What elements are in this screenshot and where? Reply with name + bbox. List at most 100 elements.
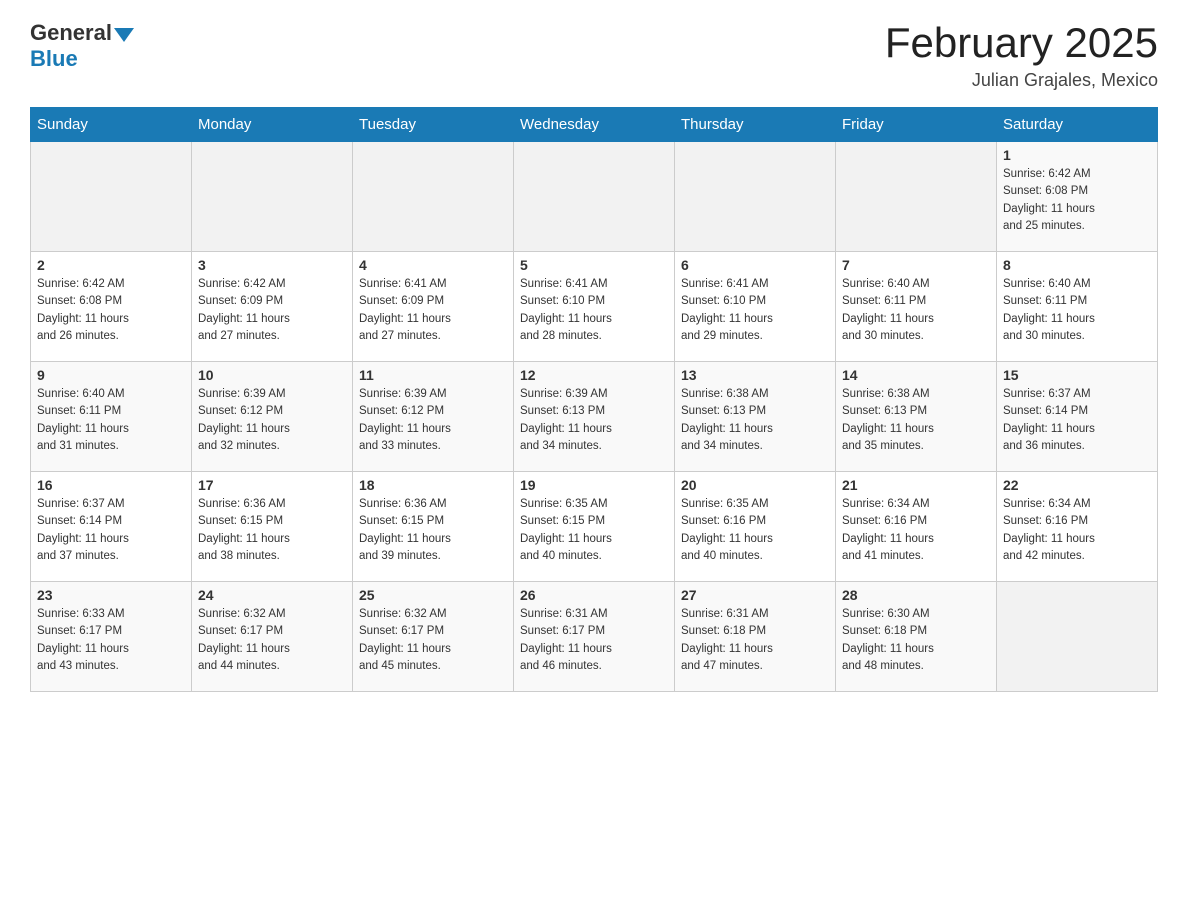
day-number: 24 bbox=[198, 587, 346, 603]
day-info: Sunrise: 6:37 AMSunset: 6:14 PMDaylight:… bbox=[1003, 386, 1151, 455]
calendar-cell: 19 Sunrise: 6:35 AMSunset: 6:15 PMDayligh… bbox=[514, 472, 675, 582]
day-info: Sunrise: 6:42 AMSunset: 6:08 PMDaylight:… bbox=[1003, 166, 1151, 235]
calendar-cell: 22 Sunrise: 6:34 AMSunset: 6:16 PMDayligh… bbox=[997, 472, 1158, 582]
calendar-cell: 4 Sunrise: 6:41 AMSunset: 6:09 PMDaylight… bbox=[353, 252, 514, 362]
calendar-cell: 24 Sunrise: 6:32 AMSunset: 6:17 PMDayligh… bbox=[192, 582, 353, 692]
calendar-cell: 18 Sunrise: 6:36 AMSunset: 6:15 PMDayligh… bbox=[353, 472, 514, 582]
calendar-cell: 2Sunrise: 6:42 AMSunset: 6:08 PMDaylight… bbox=[31, 252, 192, 362]
day-info: Sunrise: 6:39 AMSunset: 6:13 PMDaylight:… bbox=[520, 386, 668, 455]
day-number: 23 bbox=[37, 587, 185, 603]
calendar-cell: 23 Sunrise: 6:33 AMSunset: 6:17 PMDayligh… bbox=[31, 582, 192, 692]
calendar-cell: 25Sunrise: 6:32 AMSunset: 6:17 PMDayligh… bbox=[353, 582, 514, 692]
day-number: 1 bbox=[1003, 147, 1151, 163]
calendar-cell: 28 Sunrise: 6:30 AMSunset: 6:18 PMDayligh… bbox=[836, 582, 997, 692]
calendar-cell: 20 Sunrise: 6:35 AMSunset: 6:16 PMDayligh… bbox=[675, 472, 836, 582]
calendar-cell: 8 Sunrise: 6:40 AMSunset: 6:11 PMDaylight… bbox=[997, 252, 1158, 362]
calendar-cell: 7Sunrise: 6:40 AMSunset: 6:11 PMDaylight… bbox=[836, 252, 997, 362]
calendar-table: SundayMondayTuesdayWednesdayThursdayFrid… bbox=[30, 107, 1158, 692]
day-info: Sunrise: 6:38 AMSunset: 6:13 PMDaylight:… bbox=[681, 386, 829, 455]
logo-triangle-icon bbox=[114, 28, 134, 42]
day-number: 26 bbox=[520, 587, 668, 603]
week-row-5: 23 Sunrise: 6:33 AMSunset: 6:17 PMDayligh… bbox=[31, 582, 1158, 692]
calendar-cell: 11Sunrise: 6:39 AMSunset: 6:12 PMDayligh… bbox=[353, 362, 514, 472]
day-number: 3 bbox=[198, 257, 346, 273]
day-info: Sunrise: 6:35 AMSunset: 6:15 PMDaylight:… bbox=[520, 496, 668, 565]
calendar-cell bbox=[675, 142, 836, 252]
calendar-cell bbox=[31, 142, 192, 252]
day-info: Sunrise: 6:40 AMSunset: 6:11 PMDaylight:… bbox=[1003, 276, 1151, 345]
day-header-friday: Friday bbox=[836, 108, 997, 142]
calendar-cell: 17Sunrise: 6:36 AMSunset: 6:15 PMDayligh… bbox=[192, 472, 353, 582]
day-info: Sunrise: 6:39 AMSunset: 6:12 PMDaylight:… bbox=[198, 386, 346, 455]
calendar-cell: 12 Sunrise: 6:39 AMSunset: 6:13 PMDayligh… bbox=[514, 362, 675, 472]
day-number: 10 bbox=[198, 367, 346, 383]
calendar-cell: 5Sunrise: 6:41 AMSunset: 6:10 PMDaylight… bbox=[514, 252, 675, 362]
day-number: 25 bbox=[359, 587, 507, 603]
calendar-cell: 15 Sunrise: 6:37 AMSunset: 6:14 PMDayligh… bbox=[997, 362, 1158, 472]
day-info: Sunrise: 6:34 AMSunset: 6:16 PMDaylight:… bbox=[1003, 496, 1151, 565]
day-header-tuesday: Tuesday bbox=[353, 108, 514, 142]
day-header-monday: Monday bbox=[192, 108, 353, 142]
day-info: Sunrise: 6:36 AMSunset: 6:15 PMDaylight:… bbox=[359, 496, 507, 565]
days-of-week-row: SundayMondayTuesdayWednesdayThursdayFrid… bbox=[31, 108, 1158, 142]
calendar-cell: 9 Sunrise: 6:40 AMSunset: 6:11 PMDaylight… bbox=[31, 362, 192, 472]
calendar-cell bbox=[353, 142, 514, 252]
calendar-cell bbox=[514, 142, 675, 252]
calendar-cell: 6 Sunrise: 6:41 AMSunset: 6:10 PMDaylight… bbox=[675, 252, 836, 362]
day-header-wednesday: Wednesday bbox=[514, 108, 675, 142]
calendar-cell bbox=[836, 142, 997, 252]
day-info: Sunrise: 6:41 AMSunset: 6:10 PMDaylight:… bbox=[681, 276, 829, 345]
day-number: 15 bbox=[1003, 367, 1151, 383]
day-info: Sunrise: 6:40 AMSunset: 6:11 PMDaylight:… bbox=[37, 386, 185, 455]
day-info: Sunrise: 6:42 AMSunset: 6:08 PMDaylight:… bbox=[37, 276, 185, 345]
calendar-cell: 14 Sunrise: 6:38 AMSunset: 6:13 PMDayligh… bbox=[836, 362, 997, 472]
calendar-cell: 3 Sunrise: 6:42 AMSunset: 6:09 PMDaylight… bbox=[192, 252, 353, 362]
day-number: 14 bbox=[842, 367, 990, 383]
title-block: February 2025 Julian Grajales, Mexico bbox=[885, 20, 1158, 91]
day-number: 16 bbox=[37, 477, 185, 493]
day-number: 13 bbox=[681, 367, 829, 383]
page-header: General Blue February 2025 Julian Grajal… bbox=[30, 20, 1158, 91]
day-number: 20 bbox=[681, 477, 829, 493]
day-number: 17 bbox=[198, 477, 346, 493]
day-header-saturday: Saturday bbox=[997, 108, 1158, 142]
week-row-3: 9 Sunrise: 6:40 AMSunset: 6:11 PMDaylight… bbox=[31, 362, 1158, 472]
day-number: 22 bbox=[1003, 477, 1151, 493]
logo: General Blue bbox=[30, 20, 136, 72]
day-info: Sunrise: 6:41 AMSunset: 6:10 PMDaylight:… bbox=[520, 276, 668, 345]
calendar-cell: 10 Sunrise: 6:39 AMSunset: 6:12 PMDayligh… bbox=[192, 362, 353, 472]
day-info: Sunrise: 6:32 AMSunset: 6:17 PMDaylight:… bbox=[198, 606, 346, 675]
calendar-cell bbox=[997, 582, 1158, 692]
day-number: 18 bbox=[359, 477, 507, 493]
location: Julian Grajales, Mexico bbox=[885, 70, 1158, 91]
day-info: Sunrise: 6:35 AMSunset: 6:16 PMDaylight:… bbox=[681, 496, 829, 565]
week-row-1: 1 Sunrise: 6:42 AMSunset: 6:08 PMDaylight… bbox=[31, 142, 1158, 252]
day-info: Sunrise: 6:30 AMSunset: 6:18 PMDaylight:… bbox=[842, 606, 990, 675]
day-number: 9 bbox=[37, 367, 185, 383]
calendar-cell bbox=[192, 142, 353, 252]
day-info: Sunrise: 6:41 AMSunset: 6:09 PMDaylight:… bbox=[359, 276, 507, 345]
logo-general-text: General bbox=[30, 20, 112, 46]
month-title: February 2025 bbox=[885, 20, 1158, 66]
day-number: 8 bbox=[1003, 257, 1151, 273]
calendar-cell: 26Sunrise: 6:31 AMSunset: 6:17 PMDayligh… bbox=[514, 582, 675, 692]
week-row-4: 16Sunrise: 6:37 AMSunset: 6:14 PMDayligh… bbox=[31, 472, 1158, 582]
week-row-2: 2Sunrise: 6:42 AMSunset: 6:08 PMDaylight… bbox=[31, 252, 1158, 362]
day-header-thursday: Thursday bbox=[675, 108, 836, 142]
day-number: 7 bbox=[842, 257, 990, 273]
day-info: Sunrise: 6:39 AMSunset: 6:12 PMDaylight:… bbox=[359, 386, 507, 455]
day-header-sunday: Sunday bbox=[31, 108, 192, 142]
day-number: 21 bbox=[842, 477, 990, 493]
day-number: 4 bbox=[359, 257, 507, 273]
day-info: Sunrise: 6:38 AMSunset: 6:13 PMDaylight:… bbox=[842, 386, 990, 455]
day-number: 19 bbox=[520, 477, 668, 493]
calendar-cell: 27Sunrise: 6:31 AMSunset: 6:18 PMDayligh… bbox=[675, 582, 836, 692]
day-number: 6 bbox=[681, 257, 829, 273]
logo-blue-text: Blue bbox=[30, 46, 78, 71]
day-number: 12 bbox=[520, 367, 668, 383]
day-info: Sunrise: 6:42 AMSunset: 6:09 PMDaylight:… bbox=[198, 276, 346, 345]
day-info: Sunrise: 6:33 AMSunset: 6:17 PMDaylight:… bbox=[37, 606, 185, 675]
calendar-header: SundayMondayTuesdayWednesdayThursdayFrid… bbox=[31, 108, 1158, 142]
calendar-body: 1 Sunrise: 6:42 AMSunset: 6:08 PMDaylight… bbox=[31, 142, 1158, 692]
day-number: 28 bbox=[842, 587, 990, 603]
